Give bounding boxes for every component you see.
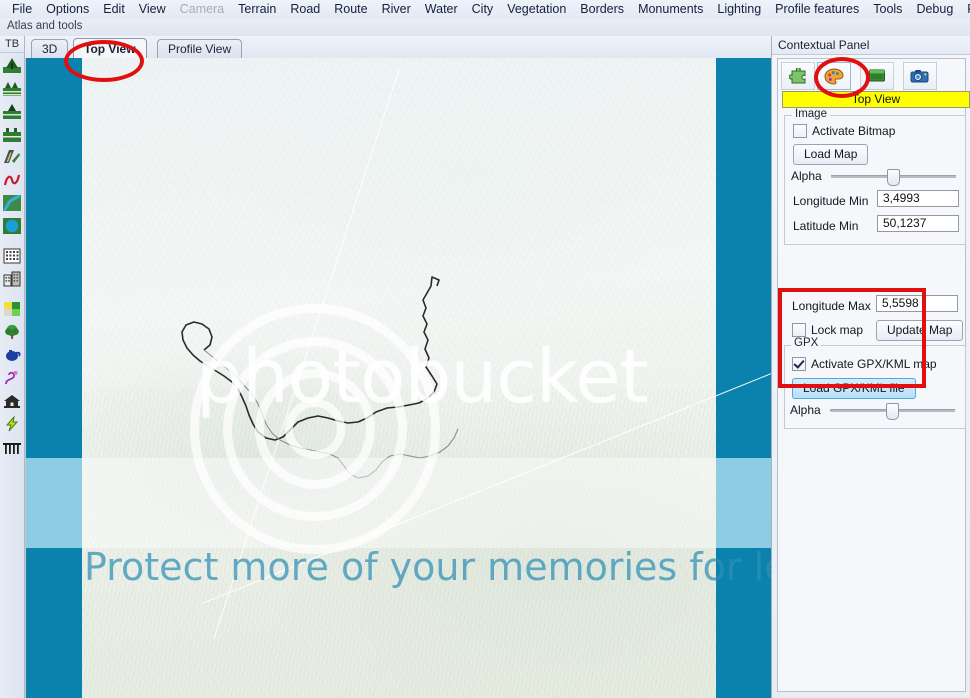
load-gpx-file-button[interactable]: Load GPX/KML file [792,378,916,399]
tab-3d[interactable]: 3D [31,39,69,58]
menu-item-terrain[interactable]: Terrain [231,0,283,19]
activate-gpx-label: Activate GPX/KML map [811,357,937,371]
menu-item-route[interactable]: Route [327,0,374,19]
map-canvas[interactable]: photobucket Protect more of your memorie… [25,58,772,698]
placeholder-bar-right [716,58,772,698]
toolbox-header: TB [0,36,24,53]
placeholder-bar-left-light [26,458,82,548]
image-group-legend: Image [792,108,830,120]
longitude-max-label: Longitude Max [792,299,871,313]
menu-item-view[interactable]: View [132,0,173,19]
water-icon[interactable] [1,215,23,237]
contextual-panel-title: Contextual Panel [772,36,970,55]
image-alpha-thumb[interactable] [887,169,901,186]
menu-item-profile-features[interactable]: Profile features [768,0,866,19]
load-map-row: Load Map [793,144,970,165]
menu-item-city[interactable]: City [465,0,501,19]
lock-map-label: Lock map [811,323,864,337]
menu-item-monuments[interactable]: Monuments [631,0,710,19]
longitude-min-field[interactable]: 3,4993 [877,190,959,207]
view-tab-bar: 3D Top View Profile View [25,36,771,59]
terrain-hill-icon[interactable] [1,54,23,76]
terrain-peak-icon[interactable] [1,100,23,122]
activate-gpx-row[interactable]: Activate GPX/KML map [792,357,970,374]
placeholder-bar-left [26,58,82,698]
lighting-bolt-icon[interactable] [1,413,23,435]
sub-toolbar: Atlas and tools [0,19,970,36]
gpx-alpha-label: Alpha [790,403,821,417]
terrain-relief-image [82,58,772,698]
application-window: File Options Edit View Camera Terrain Ro… [0,0,970,698]
contextual-panel-body: Top View Image Activate Bitmap Load Map … [777,58,970,692]
menu-item-river[interactable]: River [375,0,418,19]
gpx-group: GPX Activate GPX/KML map Load GPX/KML fi… [784,337,966,429]
colors-icon[interactable] [1,298,23,320]
load-gpx-row: Load GPX/KML file [792,378,970,399]
image-alpha-row: Alpha [791,168,961,186]
menu-item-water[interactable]: Water [418,0,465,19]
image-alpha-label: Alpha [791,169,822,183]
buildings-icon[interactable] [1,268,23,290]
menu-item-file[interactable]: File [5,0,39,19]
camera-icon[interactable] [903,62,937,90]
longitude-min-label: Longitude Min [793,194,869,208]
house-icon[interactable] [1,390,23,412]
menu-item-camera: Camera [179,2,225,16]
road-icon[interactable] [1,146,23,168]
lock-map-checkbox[interactable] [792,323,806,337]
viewport-area: 3D Top View Profile View photobucket Pro… [25,36,772,698]
image-alpha-slider[interactable] [831,168,956,186]
menu-item-road[interactable]: Road [283,0,327,19]
activate-bitmap-row[interactable]: Activate Bitmap [793,124,970,141]
gpx-alpha-row: Alpha [790,402,960,420]
menu-bar: File Options Edit View Camera Terrain Ro… [0,0,970,19]
book-icon[interactable] [860,62,894,90]
latitude-min-field[interactable]: 50,1237 [877,215,959,232]
activate-bitmap-label: Activate Bitmap [812,124,896,138]
atlas-and-tools-label: Atlas and tools [7,20,83,32]
vegetation-tree-icon[interactable] [1,321,23,343]
puzzle-plugin-icon[interactable] [781,62,815,90]
gpx-alpha-slider[interactable] [830,402,955,420]
image-group: Image Activate Bitmap Load Map Alpha Lon… [784,108,966,245]
palette-icon[interactable] [817,62,851,90]
watermark-band [26,458,772,548]
menu-item-edit[interactable]: Edit [96,0,132,19]
menu-item-podium[interactable]: Podium [960,0,970,19]
route-icon[interactable] [1,169,23,191]
panel-icon-toolbar [781,62,963,90]
menu-item-debug[interactable]: Debug [909,0,960,19]
latitude-min-label: Latitude Min [793,219,859,233]
activate-bitmap-checkbox[interactable] [793,124,807,138]
menu-item-options[interactable]: Options [39,0,96,19]
gpx-group-legend: GPX [791,337,822,349]
placeholder-bar-right-light [716,458,772,548]
left-tool-strip: TB [0,36,25,698]
menu-item-borders[interactable]: Borders [573,0,631,19]
monument-icon[interactable] [1,344,23,366]
contextual-panel: Contextual Panel Top View Image Activate… [771,36,970,698]
profile-curve-icon[interactable] [1,367,23,389]
terrain-flat-icon[interactable] [1,123,23,145]
update-map-button[interactable]: Update Map [876,320,964,341]
menu-item-tools[interactable]: Tools [866,0,909,19]
menu-item-vegetation[interactable]: Vegetation [500,0,573,19]
bridge-icon[interactable] [1,436,23,458]
menu-item-lighting[interactable]: Lighting [710,0,768,19]
longitude-max-field[interactable]: 5,5598 [876,295,958,312]
mode-banner-top-view: Top View [782,91,970,108]
activate-gpx-checkbox[interactable] [792,357,806,371]
river-icon[interactable] [1,192,23,214]
load-map-button[interactable]: Load Map [793,144,869,165]
city-grid-icon[interactable] [1,245,23,267]
tab-top-view[interactable]: Top View [73,38,147,59]
tab-profile-view[interactable]: Profile View [157,39,243,58]
gpx-alpha-thumb[interactable] [886,403,900,420]
terrain-points-icon[interactable] [1,77,23,99]
